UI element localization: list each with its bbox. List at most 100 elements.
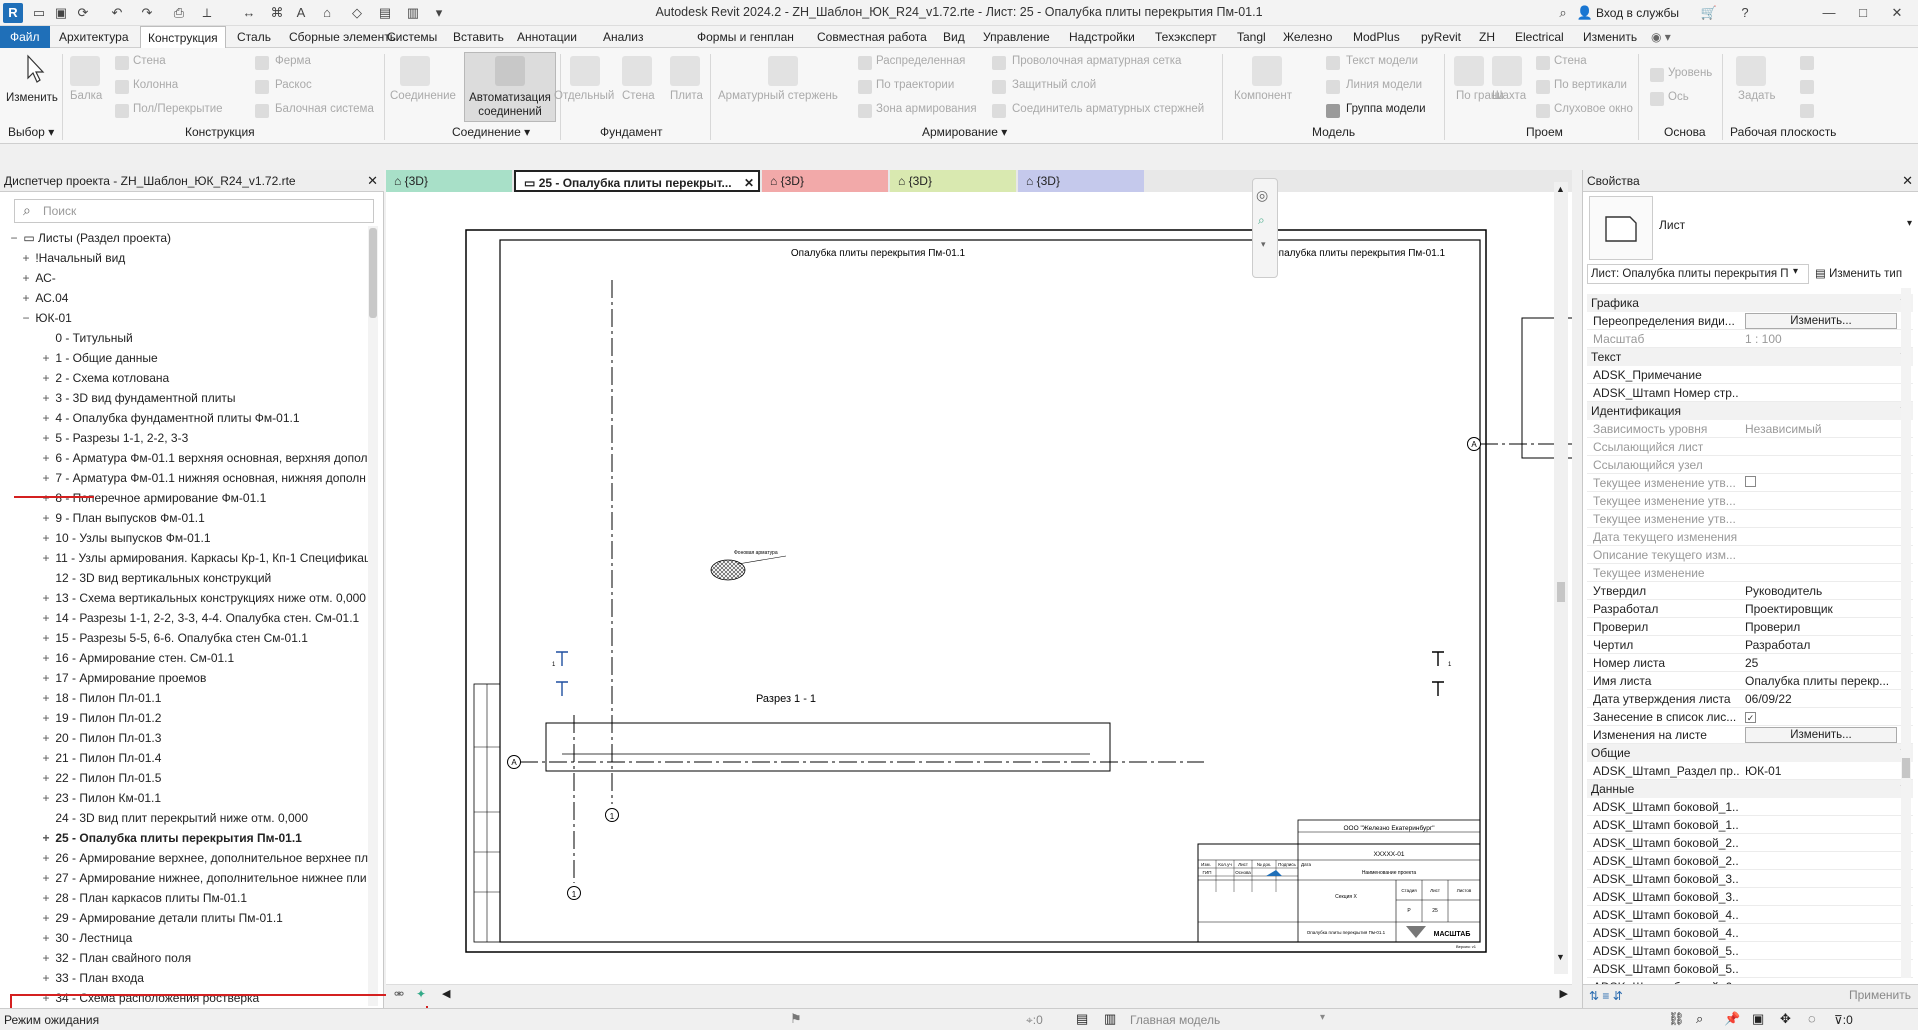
tab-view[interactable]: Вид xyxy=(936,26,972,48)
show-workplane-icon[interactable] xyxy=(1800,56,1814,70)
by-face-icon[interactable] xyxy=(1454,56,1484,86)
prop-ident-grey-6[interactable]: Дата текущего изменения xyxy=(1587,528,1913,546)
prop-scale[interactable]: Масштаб 1 : 100 xyxy=(1587,330,1913,348)
tab-3d-view-3[interactable]: ⌂ {3D} xyxy=(890,170,1016,192)
shaft-button[interactable]: Шахта xyxy=(1492,90,1526,102)
prop-data-9[interactable]: ADSK_Штамп боковой_5... xyxy=(1587,960,1913,978)
tab-modplus[interactable]: ModPlus xyxy=(1346,26,1407,48)
tree-sheet[interactable]: 24 - 3D вид плит перекрытий ниже отм. 0,… xyxy=(40,808,308,828)
group-select[interactable]: Выбор ▾ xyxy=(8,125,54,139)
tab-manage[interactable]: Управление xyxy=(976,26,1057,48)
model-line-button[interactable]: Линия модели xyxy=(1346,79,1422,91)
floor-button[interactable]: Пол/Перекрытие xyxy=(133,103,223,115)
user-icon[interactable]: 👤 xyxy=(1576,4,1594,22)
drawing-canvas[interactable]: Опалубка плиты перекрытия Пм-01.1 Опалуб… xyxy=(386,178,1704,984)
tab-steel[interactable]: Сталь xyxy=(230,26,278,48)
tab-pyrevit[interactable]: pyRevit xyxy=(1414,26,1468,48)
brace-button[interactable]: Раскос xyxy=(275,79,312,91)
tab-annotate[interactable]: Аннотации xyxy=(510,26,584,48)
viewer-icon[interactable] xyxy=(1800,104,1814,118)
tab-file[interactable]: Файл xyxy=(0,26,50,48)
tree-sheet[interactable]: + 19 - Пилон Пл-01.2 xyxy=(40,708,161,728)
tree-group[interactable]: + АС- xyxy=(20,268,55,288)
selector-chevron-icon[interactable]: ▾ xyxy=(1793,266,1798,277)
opening-wall-button[interactable]: Стена xyxy=(1554,55,1587,67)
beam-icon[interactable] xyxy=(70,56,100,86)
close-properties-icon[interactable]: ✕ xyxy=(1902,173,1913,189)
tree-sheet[interactable]: + 33 - План входа xyxy=(40,968,143,988)
tree-sheet-active[interactable]: + 25 - Опалубка плиты перекрытия Пм-01.1 xyxy=(40,828,301,848)
connection-icon[interactable] xyxy=(400,56,430,86)
tree-sheet[interactable]: + 1 - Общие данные xyxy=(40,348,157,368)
tree-sheet[interactable]: + 22 - Пилон Пл-01.5 xyxy=(40,768,161,788)
tree-sheet[interactable]: + 27 - Армирование нижнее, дополнительно… xyxy=(40,868,366,888)
steering-wheel-icon[interactable]: ◎ xyxy=(1256,187,1268,204)
shaft-icon[interactable] xyxy=(1492,56,1522,86)
section-identity[interactable]: Идентификация⌃ xyxy=(1587,402,1913,420)
set-workplane-button[interactable]: Задать xyxy=(1738,90,1775,102)
prop-ident-0[interactable]: Утвердил Руководитель xyxy=(1587,582,1913,600)
prop-text-0[interactable]: ADSK_Примечание xyxy=(1587,366,1913,384)
edit-button[interactable]: Изменить... xyxy=(1745,313,1897,329)
prop-data-8[interactable]: ADSK_Штамп боковой_5... xyxy=(1587,942,1913,960)
tab-zhelezno[interactable]: Железно xyxy=(1276,26,1339,48)
prop-ident-4[interactable]: Номер листа 25 xyxy=(1587,654,1913,672)
prop-data-1[interactable]: ADSK_Штамп боковой_1... xyxy=(1587,816,1913,834)
column-button[interactable]: Колонна xyxy=(133,79,178,91)
tree-sheet[interactable]: + 5 - Разрезы 1-1, 2-2, 3-3 xyxy=(40,428,188,448)
slab-icon[interactable] xyxy=(670,56,700,86)
tab-3d-view-2[interactable]: ⌂ {3D} xyxy=(762,170,888,192)
prop-revisions-on-sheet[interactable]: Изменения на листе Изменить... xyxy=(1587,726,1913,744)
tree-sheet[interactable]: + 10 - Узлы выпусков Фм-01.1 xyxy=(40,528,210,548)
prop-data-5[interactable]: ADSK_Штамп боковой_3... xyxy=(1587,888,1913,906)
wall-foundation-button[interactable]: Стена xyxy=(622,90,655,102)
tab-systems[interactable]: Системы xyxy=(380,26,444,48)
tree-sheet[interactable]: + 30 - Лестница xyxy=(40,928,132,948)
canvas-vscroll[interactable]: ▲ ▼ xyxy=(1554,182,1568,974)
checkbox[interactable]: ✓ xyxy=(1745,708,1895,726)
tab-addins[interactable]: Надстройки xyxy=(1062,26,1142,48)
tree-sheet[interactable]: + 15 - Разрезы 5-5, 6-6. Опалубка стен С… xyxy=(40,628,307,648)
prop-ident-6[interactable]: Дата утверждения листа 06/09/22 xyxy=(1587,690,1913,708)
rebar-button[interactable]: Арматурный стержень xyxy=(718,90,838,102)
scroll-right-icon[interactable]: ▶ xyxy=(1560,987,1568,1000)
connection-button[interactable]: Соединение xyxy=(390,90,456,102)
modify-button[interactable]: Изменить xyxy=(6,52,58,118)
background-process-icon[interactable]: ◌ xyxy=(1808,1011,1816,1026)
sign-in-link[interactable]: Вход в службы xyxy=(1596,6,1679,20)
type-dropdown-icon[interactable]: ▾ xyxy=(1907,218,1912,229)
tree-sheet[interactable]: + 8 - Поперечное армирование Фм-01.1 xyxy=(40,488,266,508)
design-options-icon[interactable]: ▤ xyxy=(1076,1011,1088,1027)
close-browser-icon[interactable]: ✕ xyxy=(367,173,378,189)
close-tab-icon[interactable]: ✕ xyxy=(744,172,754,190)
main-model-select[interactable]: Главная модель xyxy=(1130,1013,1220,1027)
group-reinforcement[interactable]: Армирование ▾ xyxy=(922,125,1007,139)
prop-data-7[interactable]: ADSK_Штамп боковой_4... xyxy=(1587,924,1913,942)
prop-text-1[interactable]: ADSK_Штамп Номер стр... xyxy=(1587,384,1913,402)
grid-button[interactable]: Ось xyxy=(1668,91,1689,103)
canvas-hscroll[interactable]: ⚮ ✦ ◀ ▶ xyxy=(386,984,1572,1006)
tab-massing[interactable]: Формы и генплан xyxy=(690,26,801,48)
prop-ident-3[interactable]: Чертил Разработал xyxy=(1587,636,1913,654)
ref-plane-icon[interactable] xyxy=(1800,80,1814,94)
section-graphics[interactable]: Графика⌃ xyxy=(1587,294,1913,312)
tree-sheet[interactable]: 12 - 3D вид вертикальных конструкций xyxy=(40,568,271,588)
section-data[interactable]: Данные⌃ xyxy=(1587,780,1913,798)
tree-sheet[interactable]: + 3 - 3D вид фундаментной плиты xyxy=(40,388,235,408)
prop-data-4[interactable]: ADSK_Штамп боковой_3... xyxy=(1587,870,1913,888)
ribbon-options-icon[interactable]: ◉ ▾ xyxy=(1644,26,1678,48)
distribution-button[interactable]: Распределенная xyxy=(876,55,965,67)
worksets-icon[interactable]: ⚑ xyxy=(790,1011,802,1027)
prop-data-0[interactable]: ADSK_Штамп боковой_1... xyxy=(1587,798,1913,816)
tree-sheet[interactable]: + 21 - Пилон Пл-01.4 xyxy=(40,748,161,768)
truss-button[interactable]: Ферма xyxy=(275,55,311,67)
prop-section-code[interactable]: ADSK_Штамп_Раздел пр... ЮК-01 xyxy=(1587,762,1913,780)
filter-icon[interactable]: ⊽:0 xyxy=(1834,1013,1853,1027)
tree-sheet[interactable]: + 13 - Схема вертикальных конструкциях н… xyxy=(40,588,365,608)
edit-button[interactable]: Изменить... xyxy=(1745,727,1897,743)
section-general[interactable]: Общие⌃ xyxy=(1587,744,1913,762)
main-model-icon[interactable]: ▥ xyxy=(1104,1011,1116,1027)
checkbox[interactable] xyxy=(1745,474,1895,492)
prop-ident-5[interactable]: Имя листа Опалубка плиты перекр... xyxy=(1587,672,1913,690)
browser-scrollbar[interactable] xyxy=(368,226,378,1006)
